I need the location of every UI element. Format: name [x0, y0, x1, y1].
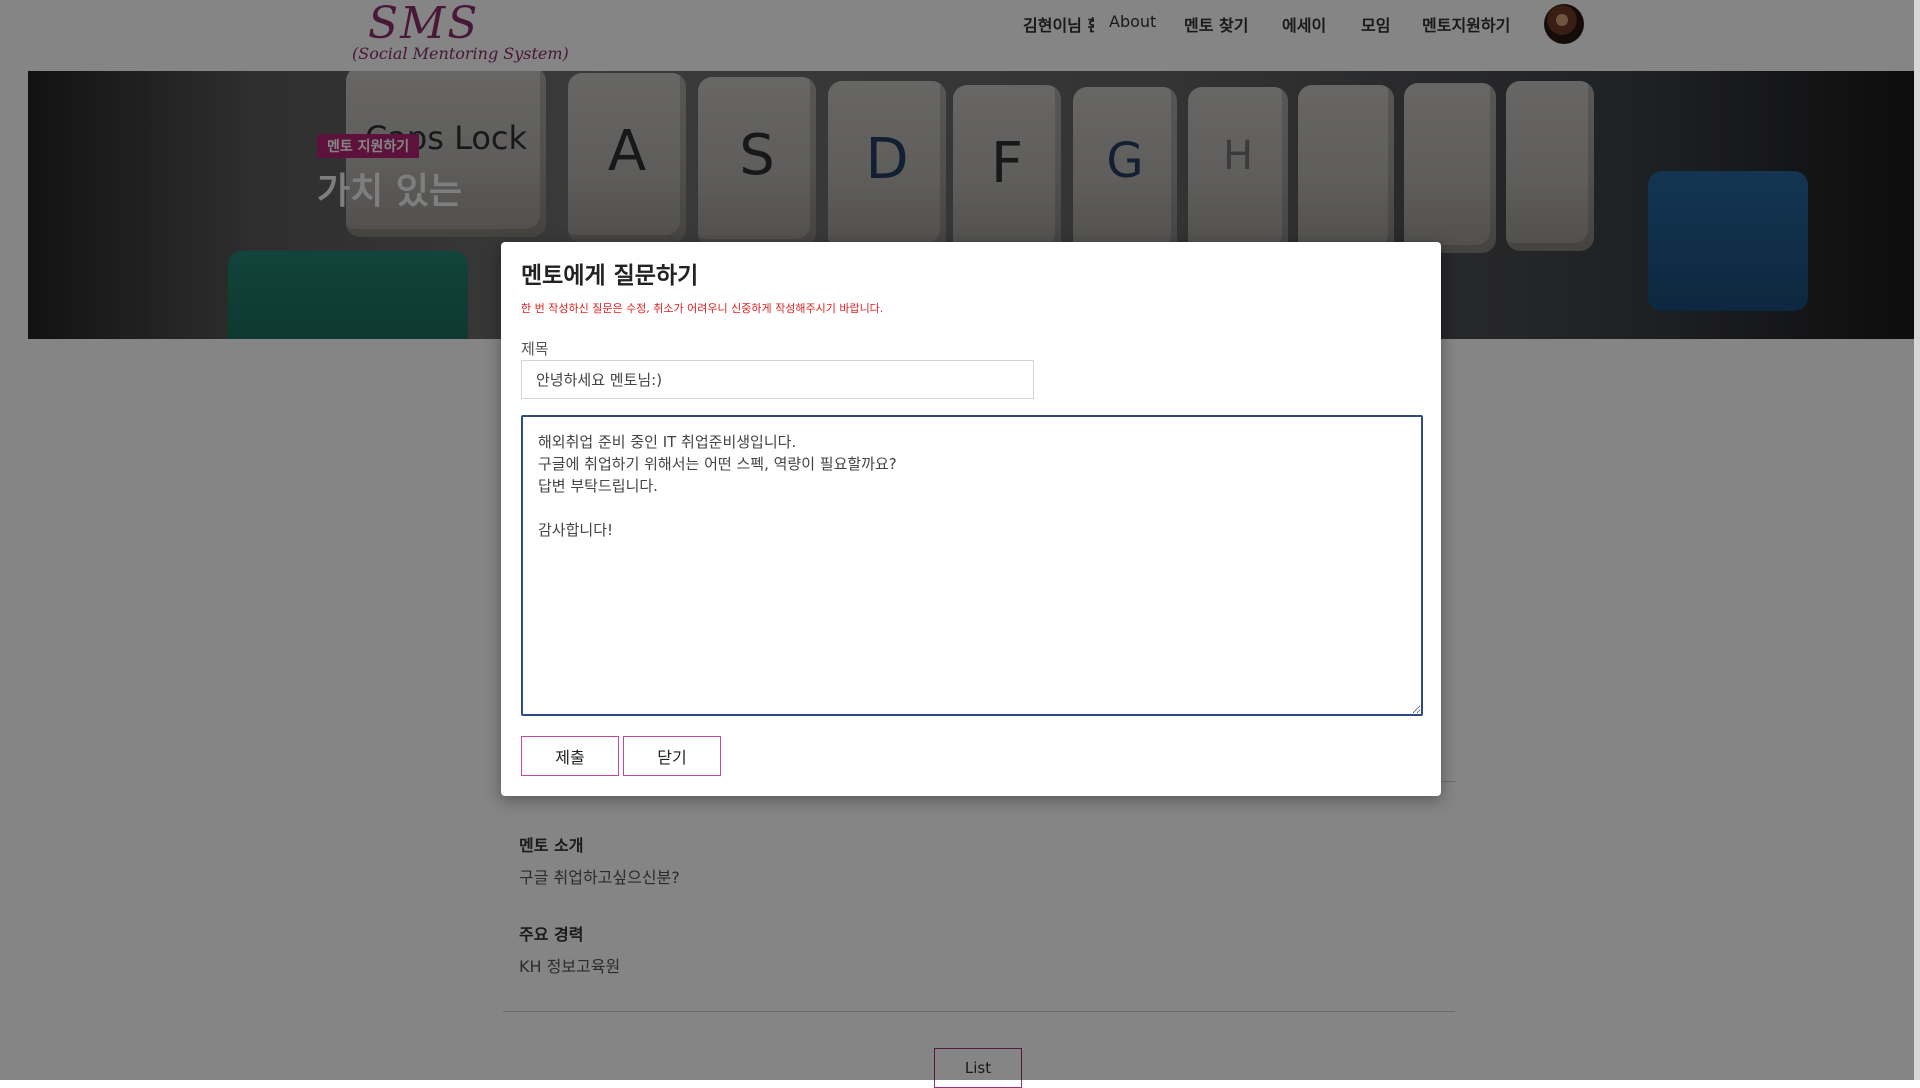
question-modal: 멘토에게 질문하기 한 번 작성하신 질문은 수정, 취소가 어려우니 신중하게…: [501, 242, 1441, 796]
modal-title: 멘토에게 질문하기: [521, 263, 699, 289]
modal-warning: 한 번 작성하신 질문은 수정, 취소가 어려우니 신중하게 작성해주시기 바랍…: [521, 302, 884, 315]
question-title-input[interactable]: [521, 360, 1034, 399]
submit-button[interactable]: 제출: [521, 736, 619, 776]
close-button[interactable]: 닫기: [623, 736, 721, 776]
page-scrollbar[interactable]: [1914, 0, 1920, 1080]
title-field-label: 제목: [521, 340, 549, 358]
question-body-textarea[interactable]: 해외취업 준비 중인 IT 취업준비생입니다. 구글에 취업하기 위해서는 어떤…: [521, 415, 1423, 716]
